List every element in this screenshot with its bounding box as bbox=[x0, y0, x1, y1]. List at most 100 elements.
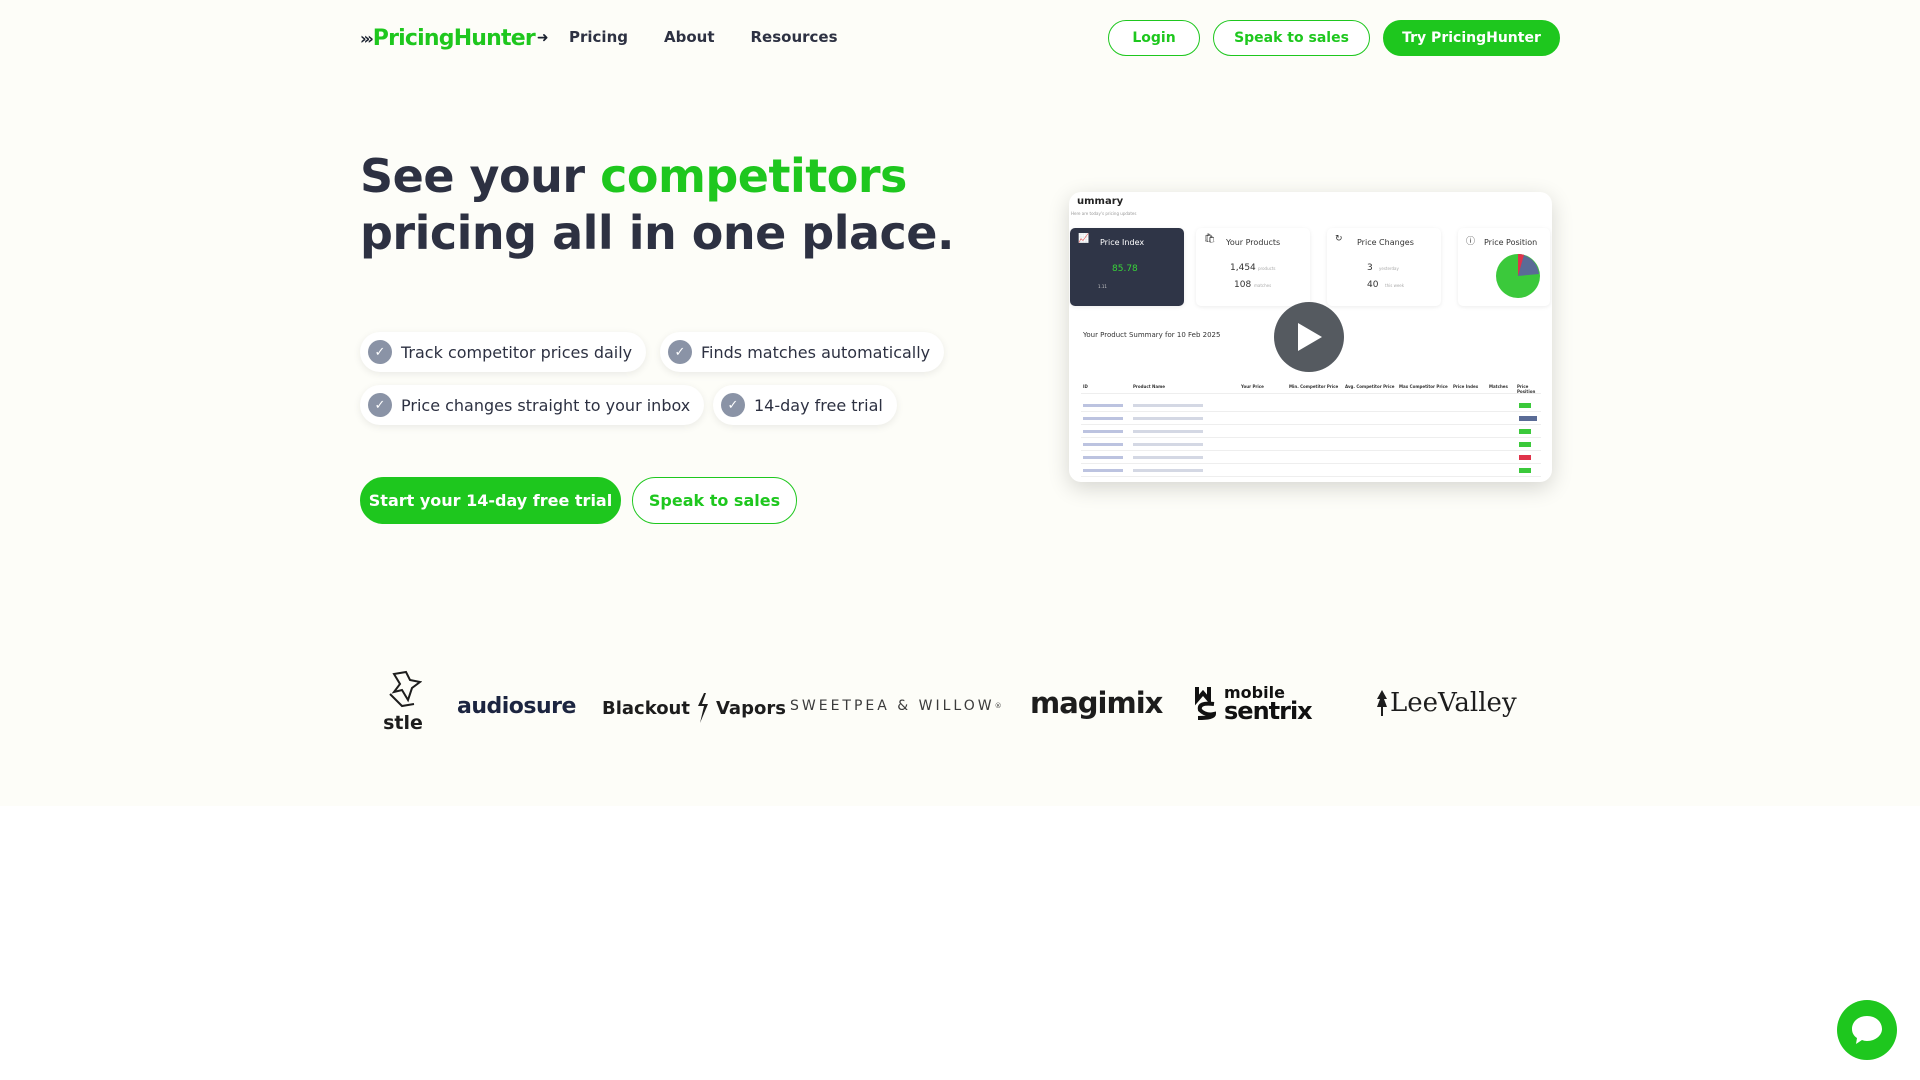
price-position-card: ⓘ Price Position bbox=[1458, 228, 1550, 306]
card-unit: products bbox=[1258, 266, 1276, 271]
your-products-card: 🛍 Your Products 1,454 products 108 match… bbox=[1196, 228, 1310, 306]
card-sub: 1.11 bbox=[1098, 284, 1107, 289]
chat-widget-button[interactable] bbox=[1837, 1000, 1897, 1060]
brand-text: Blackout bbox=[602, 697, 690, 719]
info-icon: ⓘ bbox=[1466, 237, 1476, 247]
check-icon: ✓ bbox=[368, 340, 392, 364]
col-product: Product Name bbox=[1133, 384, 1165, 389]
feature-pill: ✓ 14-day free trial bbox=[713, 385, 897, 425]
tree-icon bbox=[1377, 690, 1387, 716]
feature-text: 14-day free trial bbox=[754, 395, 883, 415]
login-button[interactable]: Login bbox=[1108, 20, 1200, 56]
logo-chevrons-icon: ››› bbox=[360, 28, 374, 48]
price-position-pie bbox=[1496, 253, 1540, 298]
bag-icon: 🛍 bbox=[1204, 234, 1216, 244]
table-row-placeholders bbox=[1081, 399, 1541, 477]
table-row bbox=[1081, 464, 1541, 477]
col-your-price: Your Price bbox=[1241, 384, 1264, 389]
summary-title: Your Product Summary for 10 Feb 2025 bbox=[1083, 331, 1221, 339]
nav-link-about[interactable]: About bbox=[664, 28, 715, 46]
col-max: Max Competitor Price bbox=[1399, 384, 1448, 389]
feature-text: Finds matches automatically bbox=[701, 342, 931, 362]
table-header-row: ID Product Name Your Price Min. Competit… bbox=[1081, 380, 1541, 394]
feature-pill: ✓ Track competitor prices daily bbox=[360, 332, 647, 372]
card-value-2: 108 bbox=[1234, 280, 1252, 290]
dashboard-title: ummary bbox=[1077, 196, 1124, 207]
feature-text: Price changes straight to your inbox bbox=[401, 395, 691, 415]
brand-logo-sweetpea-willow: SWEETPEA & WILLOW ® bbox=[790, 698, 1002, 714]
headline-part-1: See your bbox=[360, 149, 601, 203]
demo-video-preview[interactable]: ummary Here are today's pricing updates … bbox=[1069, 192, 1552, 482]
brand-text: Vapors bbox=[715, 697, 786, 719]
product-summary-table: ID Product Name Your Price Min. Competit… bbox=[1081, 380, 1541, 394]
check-icon: ✓ bbox=[668, 340, 692, 364]
brand-text: audiosure bbox=[457, 694, 576, 719]
customer-logos: stle audiosure Blackout Vapors SWEETPEA … bbox=[0, 670, 1920, 750]
col-min: Min. Competitor Price bbox=[1289, 384, 1339, 389]
brand-logo-stle: stle bbox=[383, 670, 423, 734]
headline-part-2: pricing all in one place. bbox=[360, 206, 954, 260]
table-row bbox=[1081, 451, 1541, 464]
bird-icon bbox=[389, 670, 422, 708]
card-value: 1,454 bbox=[1230, 263, 1256, 273]
nav-link-pricing[interactable]: Pricing bbox=[569, 28, 628, 46]
table-row bbox=[1081, 412, 1541, 425]
card-title: Your Products bbox=[1226, 238, 1281, 247]
nav-links: Pricing About Resources bbox=[569, 28, 838, 46]
nav-link-resources[interactable]: Resources bbox=[751, 28, 838, 46]
price-index-card: 📈 Price Index 85.78 1.11 bbox=[1070, 228, 1184, 306]
logo-text: PricingHunter bbox=[372, 25, 536, 51]
try-pricinghunter-button[interactable]: Try PricingHunter bbox=[1383, 20, 1560, 56]
logo-arrow-icon: ➜ bbox=[536, 30, 549, 46]
brand-text: stle bbox=[383, 712, 423, 734]
chart-icon: 📈 bbox=[1078, 234, 1090, 244]
dashboard-subtitle: Here are today's pricing updates bbox=[1071, 211, 1137, 216]
start-free-trial-button[interactable]: Start your 14-day free trial bbox=[360, 477, 621, 524]
col-id: ID bbox=[1083, 384, 1088, 389]
brand-text: magimix bbox=[1030, 686, 1163, 720]
feature-text: Track competitor prices daily bbox=[401, 342, 633, 362]
col-index: Price Index bbox=[1453, 384, 1479, 389]
brand-logo-audiosure: audiosure bbox=[457, 694, 576, 719]
mobile-sentrix-text-group: mobile sentrix bbox=[1224, 684, 1313, 725]
mobile-sentrix-mark-icon bbox=[1195, 687, 1217, 720]
feature-pill: ✓ Price changes straight to your inbox bbox=[360, 385, 705, 425]
brand-logo-lee-valley: LeeValley bbox=[1376, 688, 1517, 718]
play-button[interactable] bbox=[1274, 302, 1344, 372]
card-unit-2: this week bbox=[1385, 283, 1405, 288]
pricinghunter-logo[interactable]: ››› PricingHunter ➜ bbox=[360, 22, 549, 54]
card-value-2: 40 bbox=[1367, 280, 1379, 290]
card-value: 3 bbox=[1367, 263, 1373, 273]
col-position: Price Position bbox=[1517, 384, 1536, 394]
speak-to-sales-nav-button[interactable]: Speak to sales bbox=[1213, 20, 1370, 56]
table-row bbox=[1081, 399, 1541, 412]
hero-headline: See your competitors pricing all in one … bbox=[360, 148, 954, 262]
card-value: 85.78 bbox=[1112, 264, 1138, 274]
card-unit: yesterday bbox=[1379, 266, 1399, 271]
check-icon: ✓ bbox=[368, 393, 392, 417]
col-avg: Avg. Competitor Price bbox=[1345, 384, 1395, 389]
speak-to-sales-hero-button[interactable]: Speak to sales bbox=[632, 477, 797, 524]
card-title: Price Index bbox=[1100, 238, 1145, 247]
play-icon bbox=[1298, 323, 1322, 351]
table-row bbox=[1081, 438, 1541, 451]
brand-text: LeeValley bbox=[1390, 688, 1517, 718]
headline-accent: competitors bbox=[600, 149, 907, 203]
col-matches: Matches bbox=[1489, 384, 1508, 389]
feature-pill: ✓ Finds matches automatically bbox=[660, 332, 945, 372]
top-navigation: ››› PricingHunter ➜ Pricing About Resour… bbox=[0, 0, 1920, 76]
card-unit-2: matches bbox=[1254, 283, 1272, 288]
check-icon: ✓ bbox=[721, 393, 745, 417]
chat-bubble-icon bbox=[1852, 1016, 1882, 1044]
table-row bbox=[1081, 425, 1541, 438]
card-title: Price Position bbox=[1484, 238, 1538, 247]
brand-logo-magimix: magimix bbox=[1030, 686, 1163, 720]
lightning-icon bbox=[697, 693, 708, 723]
brand-logo-blackout-vapors: Blackout Vapors bbox=[602, 692, 786, 724]
brand-text: SWEETPEA & WILLOW bbox=[790, 698, 995, 714]
card-title: Price Changes bbox=[1357, 238, 1414, 247]
brand-logo-mobile-sentrix: mobile sentrix bbox=[1194, 684, 1313, 725]
refresh-icon: ↻ bbox=[1335, 234, 1343, 244]
price-changes-card: ↻ Price Changes 3 yesterday 40 this week bbox=[1327, 228, 1441, 306]
brand-text: sentrix bbox=[1224, 697, 1313, 725]
